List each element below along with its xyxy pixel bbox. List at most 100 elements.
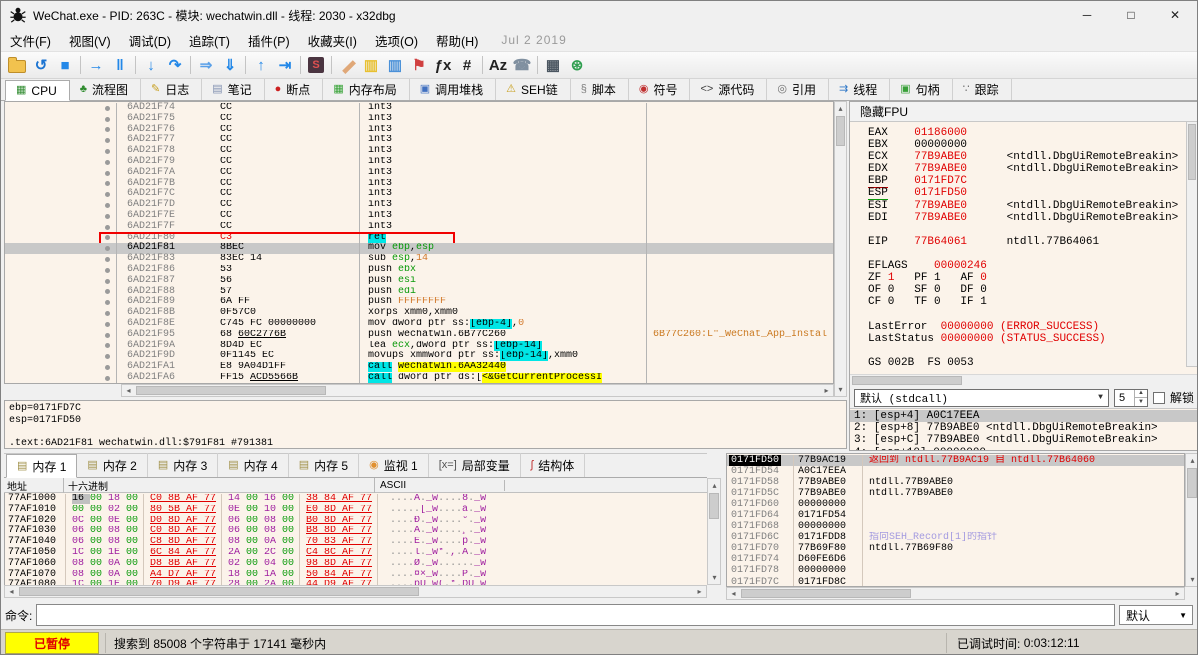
breakpoint-gutter[interactable]	[99, 189, 117, 200]
minimize-button[interactable]: ─	[1065, 1, 1109, 29]
step-over-icon[interactable]: ↷	[163, 54, 187, 76]
breakpoint-gutter[interactable]	[99, 135, 117, 146]
scroll-down-arrow[interactable]: ▾	[835, 384, 846, 395]
dump-tab-局部变量[interactable]: [x=]局部变量	[429, 453, 521, 477]
menu-item[interactable]: 帮助(H)	[427, 33, 487, 51]
maximize-button[interactable]: □	[1109, 1, 1153, 29]
dump-tab-监视 1[interactable]: ◉监视 1	[359, 453, 429, 477]
stack-row[interactable]: 0171FD5077B9AC19返回到 ntdll.77B9AC19 自 ntd…	[727, 455, 1184, 466]
tab-SEH链[interactable]: ⚠SEH链	[496, 79, 571, 100]
run-to-user-code-icon[interactable]: ⇥	[273, 54, 297, 76]
tab-日志[interactable]: ✎日志	[141, 79, 202, 100]
register-line[interactable]: EDI 77B9ABE0 <ntdll.DbgUiRemoteBreakin>	[868, 212, 1198, 224]
stop-icon[interactable]: ■	[53, 54, 77, 76]
register-line[interactable]: EFLAGS 00000246	[868, 260, 1198, 272]
breakpoint-gutter[interactable]	[99, 254, 117, 265]
tab-流程图[interactable]: ♣流程图	[70, 79, 141, 100]
stack-row[interactable]: 0171FD74D60FE6D6	[727, 554, 1184, 565]
pause-icon[interactable]: ‖	[108, 54, 132, 76]
open-file-icon[interactable]	[5, 54, 29, 76]
stack-panel[interactable]: 0171FD5077B9AC19返回到 ntdll.77B9AC19 自 ntd…	[726, 453, 1185, 587]
scroll-up-arrow[interactable]: ▴	[1187, 455, 1198, 466]
register-line[interactable]: EAX 01186000	[868, 127, 1198, 139]
run-icon[interactable]: →	[84, 54, 108, 76]
dump-row[interactable]: 77AF103006 00 08 00C0 8D AF 7706 00 08 0…	[5, 526, 707, 537]
tab-引用[interactable]: ◎引用	[767, 79, 829, 100]
stack-row[interactable]: 0171FD6C0171FDD8指向SEH_Record[1]的指针	[727, 532, 1184, 543]
breakpoint-gutter[interactable]	[99, 168, 117, 179]
stack-hscrollbar[interactable]: ◂ ▸	[726, 587, 1185, 600]
disasm-row[interactable]: 6AD21F9568 60C2776Bpush wechatwin.6B77C2…	[5, 330, 833, 341]
argument-row[interactable]: 2: [esp+8] 77B9ABE0 <ntdll.DbgUiRemoteBr…	[850, 422, 1198, 434]
register-line[interactable]: OF 0 SF 0 DF 0	[868, 284, 1198, 296]
dump-tab-内存 4[interactable]: ▤内存 4	[218, 453, 288, 477]
bookmark-icon[interactable]: ⚑	[407, 54, 431, 76]
label-icon[interactable]: ▥	[383, 54, 407, 76]
register-line[interactable]: EDX 77B9ABE0 <ntdll.DbgUiRemoteBreakin>	[868, 163, 1198, 175]
disasm-vscrollbar[interactable]: ▴ ▾	[834, 101, 847, 397]
hash-icon[interactable]: #	[455, 54, 479, 76]
call-arguments-list[interactable]: 1: [esp+4] A0C17EEA2: [esp+8] 77B9ABE0 <…	[850, 408, 1198, 451]
dump-tab-内存 1[interactable]: ▤内存 1	[6, 454, 77, 478]
stack-row[interactable]: 0171FD6000000000	[727, 499, 1184, 510]
stack-row[interactable]: 0171FD7800000000	[727, 565, 1184, 576]
breakpoint-gutter[interactable]	[99, 114, 117, 125]
breakpoint-gutter[interactable]	[99, 373, 117, 384]
disasm-row[interactable]: 6AD21F75CCint3	[5, 114, 833, 125]
scroll-thumb[interactable]	[19, 587, 419, 596]
stack-row[interactable]: 0171FD7077B69F80ntdll.77B69F80	[727, 543, 1184, 554]
comment-icon[interactable]: ▥	[359, 54, 383, 76]
dump-tab-内存 2[interactable]: ▤内存 2	[77, 453, 147, 477]
disasm-row[interactable]: 6AD21F7ACCint3	[5, 168, 833, 179]
breakpoint-gutter[interactable]	[99, 351, 117, 362]
calling-convention-dropdown[interactable]: 默认 (stdcall)▼	[854, 389, 1109, 407]
dump-vscrollbar[interactable]: ▴ ▾	[707, 478, 721, 585]
tab-源代码[interactable]: <>源代码	[690, 79, 767, 100]
scroll-right-arrow[interactable]: ▸	[1172, 588, 1183, 599]
breakpoint-gutter[interactable]	[99, 276, 117, 287]
breakpoint-gutter[interactable]	[99, 146, 117, 157]
breakpoint-gutter[interactable]	[99, 330, 117, 341]
register-line[interactable]: ECX 77B9ABE0 <ntdll.DbgUiRemoteBreakin>	[868, 151, 1198, 163]
dump-row[interactable]: 77AF10501C 00 1E 006C 84 AF 772A 00 2C 0…	[5, 548, 707, 559]
close-button[interactable]: ✕	[1153, 1, 1197, 29]
spin-down-icon[interactable]: ▼	[1135, 398, 1147, 406]
breakpoint-gutter[interactable]	[99, 308, 117, 319]
register-line[interactable]: ESI 77B9ABE0 <ntdll.DbgUiRemoteBreakin>	[868, 200, 1198, 212]
patch-icon[interactable]: ▬	[335, 54, 359, 76]
stack-row[interactable]: 0171FD54A0C17EEA	[727, 466, 1184, 477]
breakpoint-gutter[interactable]	[99, 233, 117, 244]
register-line[interactable]: ESP 0171FD50	[868, 187, 1198, 199]
dump-tab-内存 5[interactable]: ▤内存 5	[289, 453, 359, 477]
tab-线程[interactable]: ⇉线程	[829, 79, 890, 100]
breakpoint-gutter[interactable]	[99, 211, 117, 222]
disassembly-view[interactable]: 6AD21F74CCint36AD21F75CCint36AD21F76CCin…	[4, 101, 834, 384]
scroll-thumb[interactable]	[852, 376, 962, 385]
menu-item[interactable]: 收藏夹(I)	[299, 33, 366, 51]
dump-hscrollbar[interactable]: ◂ ▸	[4, 585, 707, 598]
registers-vscrollbar[interactable]	[1186, 121, 1198, 367]
dump-tab-内存 3[interactable]: ▤内存 3	[148, 453, 218, 477]
tab-笔记[interactable]: ▤笔记	[202, 79, 264, 100]
disasm-row[interactable]: 6AD21F7FCCint3	[5, 222, 833, 233]
execute-till-return-icon[interactable]: ↑	[249, 54, 273, 76]
dump-row[interactable]: 77AF100016 00 18 00C0 8B AF 7714 00 16 0…	[5, 494, 707, 505]
dump-tab-结构体[interactable]: ʃ结构体	[521, 453, 585, 477]
mnemonic-help-icon[interactable]: ☎	[510, 54, 534, 76]
font-icon[interactable]: Az	[486, 54, 510, 76]
breakpoint-gutter[interactable]	[99, 179, 117, 190]
menu-item[interactable]: 追踪(T)	[180, 33, 239, 51]
dump-rows[interactable]: 77AF100016 00 18 00C0 8B AF 7714 00 16 0…	[4, 493, 707, 587]
register-line[interactable]: EBP 0171FD7C	[868, 175, 1198, 187]
register-line[interactable]: ZF 1 PF 1 AF 0	[868, 272, 1198, 284]
register-line[interactable]: LastError 00000000 (ERROR_SUCCESS)	[868, 321, 1198, 333]
scroll-thumb[interactable]	[836, 116, 845, 146]
scroll-right-arrow[interactable]: ▸	[821, 385, 832, 396]
scroll-left-arrow[interactable]: ◂	[123, 385, 134, 396]
arg-count-stepper[interactable]: 5▲▼	[1114, 389, 1148, 407]
argument-row[interactable]: 1: [esp+4] A0C17EEA	[850, 410, 1198, 422]
argument-row[interactable]: 4: [esp+10] 00000000	[850, 447, 1198, 451]
breakpoint-gutter[interactable]	[99, 125, 117, 136]
registers-list[interactable]: EAX 01186000EBX 00000000ECX 77B9ABE0 <nt…	[850, 122, 1198, 374]
scroll-up-arrow[interactable]: ▴	[835, 103, 846, 114]
